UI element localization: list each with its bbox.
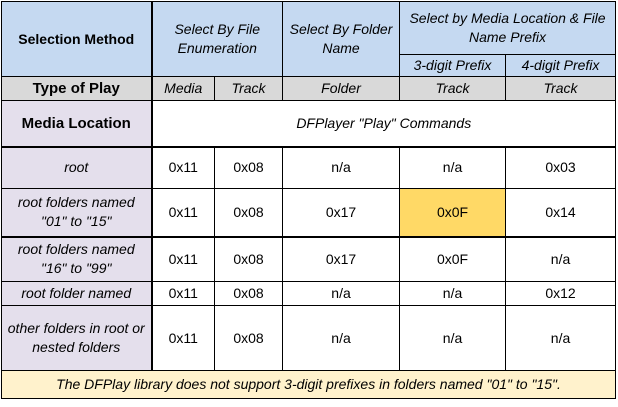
- location-folders-01-15: root folders named "01" to "15": [1, 188, 152, 238]
- type-media: Media: [150, 76, 215, 101]
- media-location-label: Media Location: [1, 100, 152, 148]
- cell-media: 0x11: [150, 305, 215, 371]
- cell-folder: n/a: [282, 281, 401, 306]
- cell-prefix4: n/a: [505, 236, 617, 282]
- type-track-4digit: Track: [505, 76, 617, 101]
- cell-prefix4: n/a: [505, 305, 617, 371]
- cell-folder: n/a: [282, 146, 401, 189]
- type-track-3digit: Track: [399, 76, 507, 101]
- dfplayer-table: Selection Method Select By File Enumerat…: [0, 1, 617, 399]
- cell-prefix4: 0x03: [505, 146, 617, 189]
- media-prefix-header: Select by Media Location & File Name Pre…: [399, 1, 617, 55]
- cell-folder: 0x17: [282, 188, 401, 238]
- cell-prefix3: n/a: [399, 305, 507, 371]
- cell-track: 0x08: [213, 146, 284, 189]
- footer-note: The DFPlay library does not support 3-di…: [0, 370, 617, 399]
- cell-prefix3: n/a: [399, 146, 507, 189]
- type-track: Track: [213, 76, 284, 101]
- cell-prefix3: 0x0F: [399, 236, 507, 282]
- location-other-folders: other folders in root or nested folders: [1, 305, 152, 371]
- cell-track: 0x08: [213, 236, 284, 282]
- cell-media: 0x11: [150, 146, 215, 189]
- prefix-4-header: 4-digit Prefix: [505, 54, 617, 77]
- cell-media: 0x11: [150, 188, 215, 238]
- file-enumeration-header: Select By File Enumeration: [150, 1, 284, 77]
- cell-media: 0x11: [150, 281, 215, 306]
- selection-method-header: Selection Method: [1, 1, 152, 77]
- cell-prefix3-highlighted: 0x0F: [399, 188, 507, 238]
- location-root-folder-named: root folder named: [1, 281, 152, 306]
- cell-track: 0x08: [213, 188, 284, 238]
- folder-name-header: Select By Folder Name: [282, 1, 401, 77]
- cell-media: 0x11: [150, 236, 215, 282]
- type-of-play-label: Type of Play: [1, 76, 152, 101]
- location-root: root: [1, 146, 152, 189]
- cell-track: 0x08: [213, 305, 284, 371]
- cell-prefix4: 0x14: [505, 188, 617, 238]
- cell-prefix4: 0x12: [505, 281, 617, 306]
- location-folders-16-99: root folders named "16" to "99": [1, 236, 152, 282]
- play-commands-header: DFPlayer "Play" Commands: [150, 100, 617, 148]
- prefix-3-header: 3-digit Prefix: [399, 54, 507, 77]
- cell-prefix3: n/a: [399, 281, 507, 306]
- cell-track: 0x08: [213, 281, 284, 306]
- cell-folder: n/a: [282, 305, 401, 371]
- cell-folder: 0x17: [282, 236, 401, 282]
- type-folder: Folder: [282, 76, 401, 101]
